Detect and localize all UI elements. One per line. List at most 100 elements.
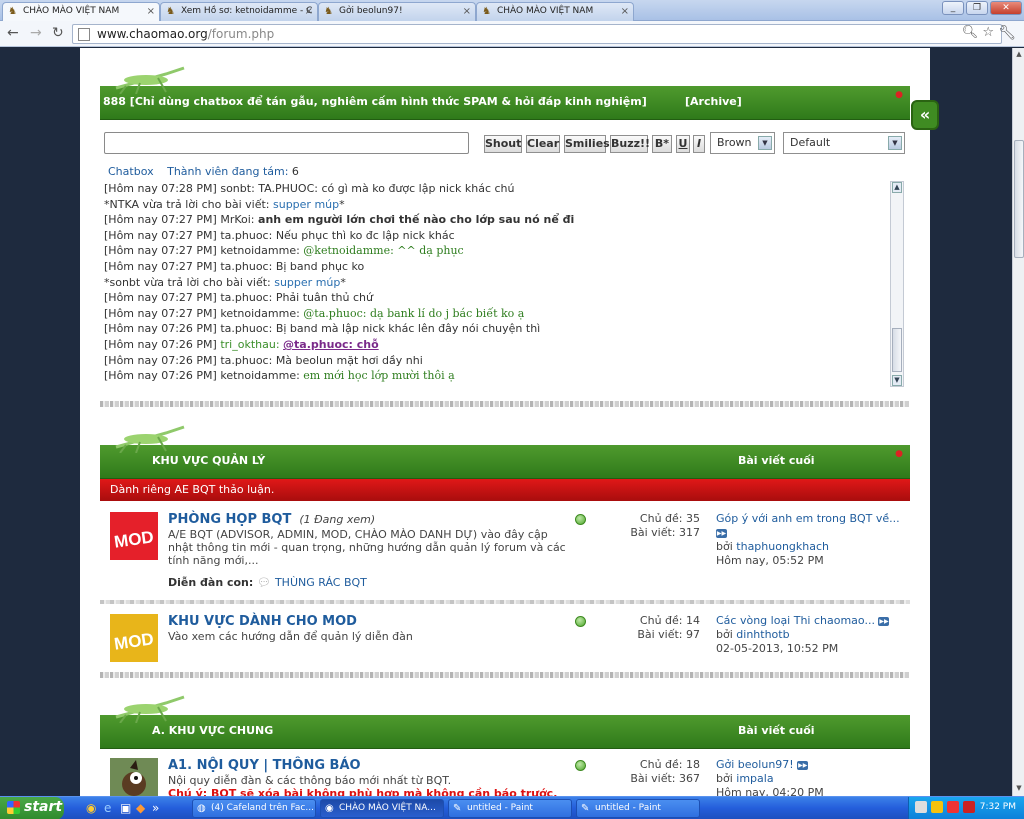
taskbar-item-firefox[interactable]: ◍ (4) Cafeland trên Fac... xyxy=(192,799,316,818)
last-post-user[interactable]: dinhthotb xyxy=(736,628,789,641)
antivirus-icon[interactable] xyxy=(947,801,959,813)
network-icon[interactable] xyxy=(915,801,927,813)
close-tab-icon[interactable]: × xyxy=(305,6,313,17)
forum-stats: Chủ đề: 14 Bài viết: 97 xyxy=(637,614,700,641)
browser-toolbar: ← → ↻ www.chaomao.org/forum.php xyxy=(0,21,1024,47)
back-icon[interactable]: ← xyxy=(7,25,19,41)
forum-status-icon xyxy=(575,514,586,525)
reload-icon[interactable]: ↻ xyxy=(52,25,64,41)
clear-button[interactable]: Clear xyxy=(526,135,560,153)
last-post-link[interactable]: Các vòng loại Thi chaomao... xyxy=(716,614,875,627)
general-section-title[interactable]: A. KHU VỰC CHUNG xyxy=(152,724,273,737)
subforum-link[interactable]: THÙNG RÁC BQT xyxy=(275,576,367,589)
firefox-icon: ◍ xyxy=(197,803,206,814)
underline-button[interactable]: U xyxy=(676,135,690,153)
scroll-thumb[interactable] xyxy=(892,328,902,372)
go-to-post-icon[interactable]: ▶▶ xyxy=(797,760,809,770)
forum-status-icon xyxy=(575,616,586,627)
security-icon[interactable] xyxy=(931,801,943,813)
taskbar-item-paint-1[interactable]: ✎ untitled - Paint xyxy=(448,799,572,818)
media-quicklaunch-icon[interactable]: ◆ xyxy=(136,801,145,815)
scroll-down-icon[interactable]: ▼ xyxy=(892,375,902,386)
shout-button[interactable]: Shout xyxy=(484,135,522,153)
taskbar-item-chrome[interactable]: ◉ CHÀO MÀO VIỆT NA... xyxy=(320,799,444,818)
reply-link[interactable]: supper múp xyxy=(274,276,340,289)
chat-username[interactable]: ketnoidamme: xyxy=(220,369,299,382)
window-controls: _ ❐ ✕ xyxy=(942,1,1022,15)
wrench-icon[interactable]: 🔧︎ xyxy=(998,25,1016,41)
close-tab-icon[interactable]: × xyxy=(463,6,471,17)
last-post-header: Bài viết cuối xyxy=(738,724,815,737)
close-window-icon[interactable]: ✕ xyxy=(990,1,1022,15)
chevron-down-icon: ▼ xyxy=(758,136,772,150)
font-select[interactable]: Default ▼ xyxy=(783,132,905,154)
taskbar-item-paint-2[interactable]: ✎ untitled - Paint xyxy=(576,799,700,818)
chat-username[interactable]: MrKoi: xyxy=(220,213,254,226)
minimize-icon[interactable]: _ xyxy=(942,1,964,15)
chat-message: [Hôm nay 07:26 PM] tri_okthau: @ta.phuoc… xyxy=(104,337,379,351)
ie-quicklaunch-icon[interactable]: e xyxy=(104,801,111,815)
last-post-user[interactable]: thaphuongkhach xyxy=(736,540,829,553)
scroll-up-icon[interactable]: ▲ xyxy=(1014,50,1024,60)
tray-app-icon[interactable] xyxy=(963,801,975,813)
forum-desc: Nội quy diễn đàn & các thông báo mới nhấ… xyxy=(168,774,452,787)
tab-chaomao-2[interactable]: ♞ CHÀO MÀO VIỆT NAM × xyxy=(476,2,634,21)
desktop-quicklaunch-icon[interactable]: ▣ xyxy=(120,801,131,815)
maximize-icon[interactable]: ❐ xyxy=(966,1,988,15)
chat-username[interactable]: ta.phuoc: xyxy=(220,291,272,304)
scroll-up-icon[interactable]: ▲ xyxy=(892,182,902,193)
chat-message: [Hôm nay 07:27 PM] ta.phuoc: Bị band phụ… xyxy=(104,259,365,273)
chat-username[interactable]: ketnoidamme: xyxy=(220,244,299,257)
chat-username[interactable]: sonbt: xyxy=(220,182,254,195)
chevron-right-icon[interactable]: » xyxy=(152,801,159,815)
collapse-sidebar-button[interactable]: « xyxy=(911,100,939,130)
scroll-down-icon[interactable]: ▼ xyxy=(1014,784,1024,794)
tab-message[interactable]: ♞ Gởi beolun97! × xyxy=(318,2,476,21)
buzz-button[interactable]: Buzz!! xyxy=(610,135,650,153)
chat-username[interactable]: ta.phuoc: xyxy=(220,229,272,242)
chat-username[interactable]: ta.phuoc: xyxy=(220,260,272,273)
go-to-post-icon[interactable]: ▶▶ xyxy=(716,528,727,538)
chat-scrollbar[interactable]: ▲ ▼ xyxy=(890,181,904,387)
shout-input[interactable] xyxy=(104,132,469,154)
tab-chatbox[interactable]: Chatbox xyxy=(108,165,154,178)
bird-icon: ♞ xyxy=(324,6,333,17)
admin-section-title[interactable]: KHU VỰC QUẢN LÝ xyxy=(152,454,265,467)
close-tab-icon[interactable]: × xyxy=(147,6,155,17)
last-post-user[interactable]: impala xyxy=(736,772,773,785)
browser-titlebar: ♞ CHÀO MÀO VIỆT NAM × ♞ Xem Hồ sơ: ketnoida… xyxy=(0,0,1024,21)
go-to-post-icon[interactable]: ▶▶ xyxy=(878,616,890,626)
forum-title[interactable]: PHÒNG HỌP BQT (1 Đang xem) xyxy=(168,512,375,527)
smilies-button[interactable]: Smilies xyxy=(564,135,610,153)
last-post-link[interactable]: Gởi beolun97! xyxy=(716,758,794,771)
grasshopper-icon xyxy=(115,66,185,94)
chat-message: [Hôm nay 07:26 PM] ketnoidamme: em mới h… xyxy=(104,369,455,383)
chat-username[interactable]: ketnoidamme: xyxy=(220,307,299,320)
tab-chaomao-1[interactable]: ♞ CHÀO MÀO VIỆT NAM × xyxy=(2,2,160,21)
start-button[interactable]: start xyxy=(0,797,64,819)
address-bar[interactable]: www.chaomao.org/forum.php xyxy=(72,24,1002,44)
page-scrollbar[interactable]: ▲ ▼ xyxy=(1012,48,1024,796)
scroll-thumb[interactable] xyxy=(1014,140,1024,258)
italic-button[interactable]: I xyxy=(693,135,705,153)
chat-username[interactable]: ta.phuoc: xyxy=(220,354,272,367)
chat-username[interactable]: ta.phuoc: xyxy=(220,322,272,335)
page-icon xyxy=(78,28,90,41)
members-label[interactable]: Thành viên đang tám: xyxy=(167,165,288,178)
chrome-quicklaunch-icon[interactable]: ◉ xyxy=(86,801,96,815)
close-tab-icon[interactable]: × xyxy=(621,6,629,17)
bold-button[interactable]: B* xyxy=(652,135,672,153)
forward-icon[interactable]: → xyxy=(30,25,42,41)
tab-profile[interactable]: ♞ Xem Hồ sơ: ketnoidamme - C × xyxy=(160,2,318,21)
last-post-link[interactable]: Góp ý với anh em trong BQT về... xyxy=(716,512,900,525)
chevron-down-icon: ▼ xyxy=(888,136,902,150)
zoom-star-icons[interactable]: 🔍︎ ☆ xyxy=(962,25,994,40)
forum-title[interactable]: KHU VỰC DÀNH CHO MOD xyxy=(168,614,357,629)
forum-row-mod: MOD KHU VỰC DÀNH CHO MOD Vào xem các hướ… xyxy=(100,608,910,668)
chat-username[interactable]: tri_okthau: xyxy=(220,338,279,351)
forum-title[interactable]: A1. NỘI QUY | THÔNG BÁO xyxy=(168,758,361,773)
color-select[interactable]: Brown ▼ xyxy=(710,132,775,154)
reply-link[interactable]: supper múp xyxy=(273,198,339,211)
chat-message: [Hôm nay 07:28 PM] sonbt: TA.PHUOC: có g… xyxy=(104,182,515,195)
archive-link[interactable]: [Archive] xyxy=(685,95,742,108)
